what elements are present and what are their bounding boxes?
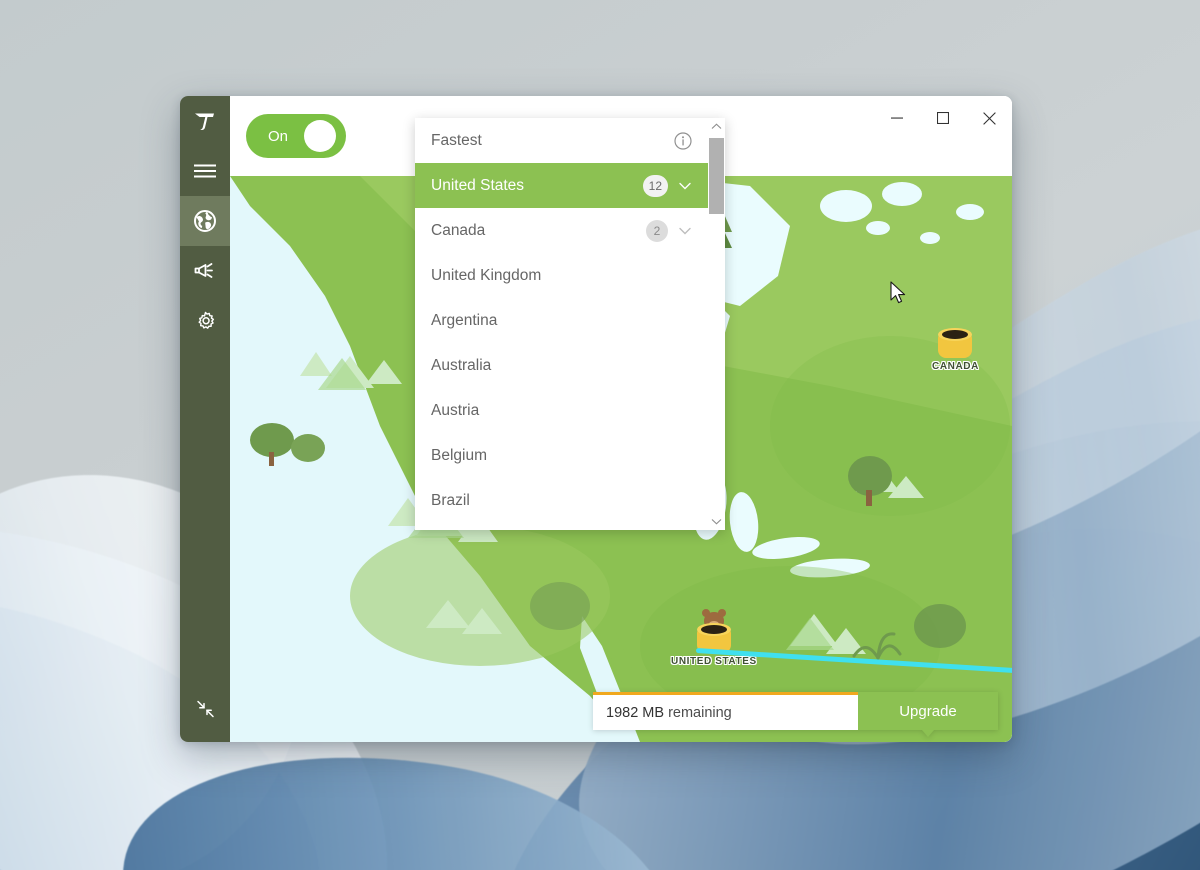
desktop: On CANADA UNITED STATES 1982 MB remainin…	[0, 0, 1200, 870]
country-label: United States	[431, 176, 525, 194]
bandwidth-remaining-label: remaining	[664, 704, 732, 721]
toggle-knob	[304, 120, 336, 152]
chevron-up-icon	[711, 123, 722, 129]
country-item-argentina[interactable]: Argentina	[415, 298, 708, 343]
bear-ear-icon	[717, 609, 726, 617]
chevron-down-icon	[711, 519, 722, 525]
maximize-icon	[937, 112, 949, 124]
minimize-icon	[891, 117, 903, 119]
country-item-austria[interactable]: Austria	[415, 388, 708, 433]
sidebar-collapse-button[interactable]	[180, 684, 230, 734]
sidebar-item-menu[interactable]	[180, 146, 230, 196]
country-label: Brazil	[431, 491, 470, 509]
chevron-down-icon[interactable]	[678, 179, 692, 193]
marker-label: UNITED STATES	[671, 656, 757, 667]
bandwidth-remaining-panel: 1982 MB remaining	[593, 692, 858, 730]
country-item-belgium[interactable]: Belgium	[415, 433, 708, 478]
country-item-brazil[interactable]: Brazil	[415, 478, 708, 523]
scroll-up-button[interactable]	[708, 118, 725, 135]
upgrade-button[interactable]: Upgrade	[858, 692, 998, 737]
main-pane: On CANADA UNITED STATES 1982 MB remainin…	[230, 96, 1012, 742]
close-button[interactable]	[966, 96, 1012, 140]
chevron-down-icon[interactable]	[678, 224, 692, 238]
tunnelbear-logo-icon	[195, 113, 214, 130]
info-circle-icon[interactable]	[674, 131, 692, 150]
minimize-button[interactable]	[874, 96, 920, 140]
country-label: Belgium	[431, 446, 487, 464]
server-count-badge: 2	[646, 219, 668, 242]
country-item-canada[interactable]: Canada 2	[415, 208, 708, 253]
server-count-badge: 12	[642, 174, 668, 197]
megaphone-icon	[194, 263, 213, 278]
country-list: Fastest United States 12 Canada 2 United…	[415, 118, 708, 530]
bandwidth-amount: 1982 MB	[606, 704, 665, 721]
collapse-arrows-icon	[197, 700, 214, 718]
country-item-australia[interactable]: Australia	[415, 343, 708, 388]
window-controls	[874, 96, 1012, 140]
sidebar-item-settings[interactable]	[180, 296, 230, 346]
scrollbar-thumb[interactable]	[709, 138, 724, 214]
dropdown-scrollbar[interactable]	[708, 118, 725, 530]
tunnel-icon	[938, 328, 973, 358]
country-item-united-states[interactable]: United States 12	[415, 163, 708, 208]
bandwidth-text: 1982 MB remaining	[606, 705, 732, 721]
country-label: Australia	[431, 356, 492, 374]
country-item-fastest[interactable]: Fastest	[415, 118, 708, 163]
sidebar-item-map[interactable]	[180, 196, 230, 246]
vpn-power-toggle[interactable]: On	[246, 114, 346, 158]
scroll-down-button[interactable]	[708, 513, 725, 530]
country-dropdown: Fastest United States 12 Canada 2 United…	[415, 118, 725, 530]
bear-ear-icon	[701, 609, 710, 617]
marker-united-states[interactable]: UNITED STATES	[671, 609, 757, 667]
country-label: Austria	[431, 401, 480, 419]
gear-icon	[197, 311, 214, 329]
bandwidth-bar: 1982 MB remaining Upgrade	[593, 692, 998, 737]
maximize-button[interactable]	[920, 96, 966, 140]
country-label: Canada	[431, 221, 486, 239]
sidebar	[180, 96, 230, 742]
country-label: Fastest	[431, 131, 482, 149]
close-icon	[982, 111, 996, 125]
country-label: Argentina	[431, 311, 498, 329]
hamburger-menu-icon	[194, 164, 216, 178]
app-window: On CANADA UNITED STATES 1982 MB remainin…	[180, 96, 1012, 742]
sidebar-item-share[interactable]	[180, 246, 230, 296]
vpn-toggle-label: On	[268, 127, 289, 145]
marker-label: CANADA	[932, 361, 979, 372]
country-label: United Kingdom	[431, 266, 542, 284]
country-item-united-kingdom[interactable]: United Kingdom	[415, 253, 708, 298]
marker-canada[interactable]: CANADA	[932, 328, 979, 372]
sidebar-item-logo[interactable]	[180, 96, 230, 146]
globe-icon	[194, 210, 216, 232]
